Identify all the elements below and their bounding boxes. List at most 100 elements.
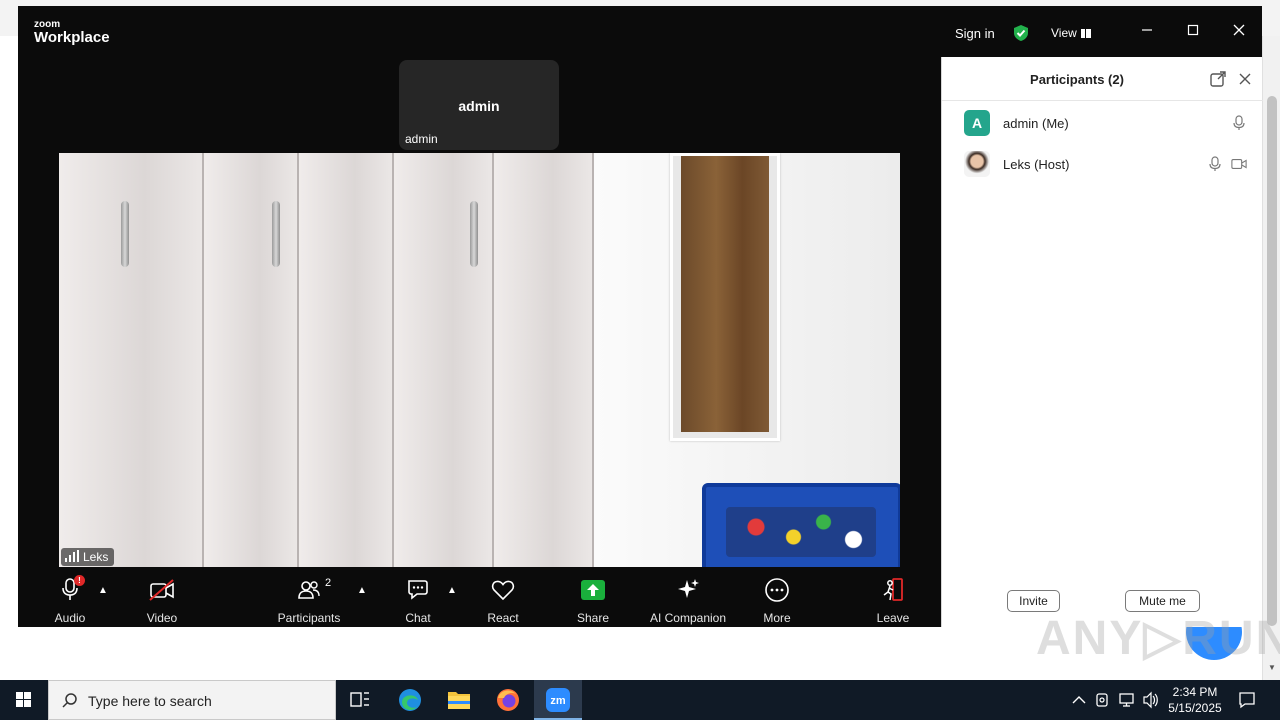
participants-options-chevron-icon[interactable]: ▲ (357, 585, 367, 596)
maximize-icon (1187, 24, 1199, 36)
system-clock[interactable]: 2:34 PM 5/15/2025 (1162, 684, 1228, 716)
main-video-label: Leks (61, 548, 115, 566)
participant-row[interactable]: Leks (Host) (942, 144, 1263, 184)
gallery-grid-icon (1080, 29, 1091, 38)
edge-icon (399, 689, 421, 711)
file-explorer-button[interactable] (435, 680, 483, 720)
main-video-feed[interactable] (59, 153, 900, 567)
chevron-up-icon[interactable] (1070, 680, 1088, 720)
self-tile-label: admin (405, 132, 438, 146)
leave-icon (883, 578, 903, 601)
video-stage: admin admin Leks (18, 57, 941, 567)
clock-date: 5/15/2025 (1168, 701, 1222, 715)
participants-panel-title: Participants (2) (1030, 72, 1124, 87)
view-label: View (1051, 26, 1077, 40)
ai-companion-button[interactable]: AI Companion (648, 571, 728, 625)
cabinet-handle (470, 201, 478, 267)
chat-button[interactable]: Chat (378, 571, 458, 625)
video-scene-wood (681, 156, 769, 432)
signal-bars-icon (65, 550, 79, 562)
task-view-icon (350, 692, 369, 707)
participant-name: admin (Me) (1003, 116, 1069, 131)
video-off-icon (149, 579, 174, 601)
participants-label: Participants (277, 611, 341, 625)
participants-panel: Participants (2) A admin (Me) Leks (Host… (941, 57, 1263, 627)
participants-button[interactable]: Participants (269, 571, 349, 625)
clock-time: 2:34 PM (1172, 685, 1218, 699)
shield-check-icon[interactable] (1012, 24, 1030, 42)
firefox-icon (497, 689, 519, 711)
titlebar: zoom Workplace Sign in View (18, 6, 1262, 57)
meet-now-icon[interactable] (1094, 680, 1112, 720)
zoom-logo: zoom Workplace (34, 20, 110, 46)
zoom-window: zoom Workplace Sign in View admin admin (18, 6, 1263, 627)
audio-label: Audio (54, 611, 86, 625)
microphone-icon[interactable] (1207, 156, 1223, 172)
more-icon (765, 578, 789, 602)
video-scene-bag-pattern (726, 507, 876, 557)
view-button[interactable]: View (1051, 26, 1091, 40)
share-screen-icon (581, 580, 605, 600)
audio-options-chevron-icon[interactable]: ▲ (98, 585, 108, 596)
sign-in-button[interactable]: Sign in (955, 26, 995, 41)
react-button[interactable]: React (463, 571, 543, 625)
leave-label: Leave (876, 611, 910, 625)
chat-label: Chat (405, 611, 431, 625)
network-icon[interactable] (1118, 680, 1136, 720)
more-button[interactable]: More (737, 571, 817, 625)
zoom-app-button[interactable]: zm (534, 680, 582, 720)
mute-me-button[interactable]: Mute me (1125, 590, 1200, 612)
video-camera-icon[interactable] (1231, 156, 1247, 172)
participant-row[interactable]: A admin (Me) (942, 103, 1263, 143)
volume-icon[interactable] (1142, 680, 1160, 720)
close-icon (1233, 24, 1245, 36)
avatar: A (964, 110, 990, 136)
minimize-button[interactable] (1136, 20, 1158, 42)
taskbar: Type here to search zm 2:34 PM 5/15/2025 (0, 680, 1280, 720)
close-window-button[interactable] (1228, 20, 1250, 42)
zoom-app-icon: zm (546, 688, 570, 712)
maximize-button[interactable] (1182, 20, 1204, 42)
video-scene-bag (702, 483, 900, 567)
heart-icon (491, 580, 515, 601)
scrollbar-thumb[interactable] (1267, 96, 1277, 626)
video-label: Video (146, 611, 178, 625)
background-scrollbar[interactable]: ▼ (1262, 36, 1280, 680)
react-label: React (487, 611, 519, 625)
svg-text:zm: zm (550, 695, 566, 707)
meeting-toolbar: ! Audio ▲ Video Participants 2 ▲ Chat ▲ … (18, 567, 941, 627)
firefox-app-button[interactable] (484, 680, 532, 720)
edge-app-button[interactable] (386, 680, 434, 720)
pop-out-icon[interactable] (1209, 70, 1227, 88)
video-scene-cabinet (299, 153, 394, 567)
watermark-logo: ANY▷RUN (1036, 612, 1280, 665)
invite-button[interactable]: Invite (1007, 590, 1060, 612)
share-label: Share (576, 611, 610, 625)
share-button[interactable]: Share (553, 571, 633, 625)
notification-icon[interactable] (1238, 691, 1256, 709)
cabinet-handle (121, 201, 129, 267)
microphone-icon[interactable] (1231, 115, 1247, 131)
participant-name: Leks (Host) (1003, 157, 1070, 172)
sparkle-icon (678, 579, 699, 598)
close-panel-icon[interactable] (1236, 70, 1254, 88)
leave-button[interactable]: Leave (853, 571, 933, 625)
taskbar-search-input[interactable]: Type here to search (48, 680, 336, 720)
more-label: More (763, 611, 791, 625)
cabinet-handle (272, 201, 280, 267)
video-scene-cabinet (394, 153, 494, 567)
audio-button[interactable]: ! Audio (30, 571, 110, 625)
windows-icon (16, 692, 31, 707)
main-video-name: Leks (83, 550, 109, 564)
video-button[interactable]: Video (122, 571, 202, 625)
chat-options-chevron-icon[interactable]: ▲ (447, 585, 457, 596)
search-placeholder: Type here to search (88, 693, 212, 709)
self-video-tile[interactable]: admin admin (399, 60, 559, 150)
self-tile-name: admin (458, 98, 500, 114)
participants-count: 2 (325, 577, 332, 589)
chat-icon (408, 580, 428, 600)
task-view-button[interactable] (336, 680, 384, 720)
video-scene-frame (670, 153, 780, 441)
video-scene-cabinet (494, 153, 594, 567)
start-button[interactable] (0, 680, 48, 720)
